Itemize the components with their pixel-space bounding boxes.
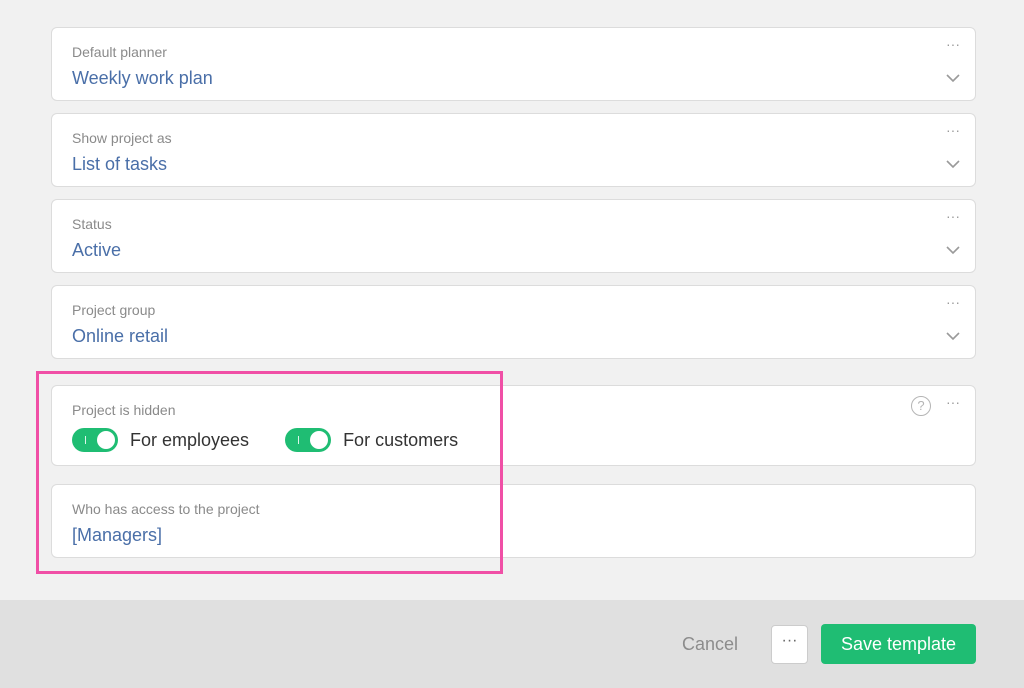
chevron-down-icon[interactable] (945, 244, 961, 256)
more-actions-button[interactable]: ··· (771, 625, 808, 664)
toggle-knob (97, 431, 115, 449)
project-group-field[interactable]: Project group Online retail ··· (51, 285, 976, 359)
access-label: Who has access to the project (72, 501, 260, 517)
more-dots-icon[interactable]: ··· (943, 209, 963, 226)
status-label: Status (72, 216, 112, 232)
status-field[interactable]: Status Active ··· (51, 199, 976, 273)
save-template-button[interactable]: Save template (821, 624, 976, 664)
footer-bar: Cancel ··· Save template (0, 600, 1024, 688)
template-settings-page: Default planner Weekly work plan ··· Sho… (0, 0, 1024, 688)
more-dots-icon[interactable]: ··· (943, 295, 963, 312)
show-project-as-value[interactable]: List of tasks (72, 154, 167, 175)
help-circle-icon[interactable]: ? (911, 396, 931, 416)
toggle-on-mark (298, 436, 300, 444)
toggle-item-employees: For employees (72, 428, 249, 452)
chevron-down-icon[interactable] (945, 72, 961, 84)
chevron-down-icon[interactable] (945, 158, 961, 170)
more-dots-icon[interactable]: ··· (943, 123, 963, 140)
access-field[interactable]: Who has access to the project [Managers] (51, 484, 976, 558)
toggle-item-customers: For customers (285, 428, 458, 452)
for-customers-toggle[interactable] (285, 428, 332, 452)
cancel-button[interactable]: Cancel (670, 630, 750, 658)
default-planner-field[interactable]: Default planner Weekly work plan ··· (51, 27, 976, 101)
more-dots-icon[interactable]: ··· (943, 37, 963, 54)
project-hidden-label: Project is hidden (72, 402, 176, 418)
toggle-on-mark (85, 436, 86, 444)
default-planner-label: Default planner (72, 44, 167, 60)
status-value[interactable]: Active (72, 240, 121, 261)
for-employees-label: For employees (130, 429, 250, 450)
access-value[interactable]: [Managers] (72, 525, 162, 546)
show-project-as-label: Show project as (72, 130, 172, 146)
toggle-knob (310, 431, 329, 449)
default-planner-value[interactable]: Weekly work plan (72, 68, 213, 89)
project-group-label: Project group (72, 302, 156, 318)
for-customers-label: For customers (343, 429, 459, 450)
project-group-value[interactable]: Online retail (72, 326, 168, 347)
project-hidden-field: Project is hidden ? ··· For employees Fo… (51, 385, 976, 466)
toggle-row: For employees For customers (72, 428, 494, 452)
chevron-down-icon[interactable] (945, 330, 961, 342)
for-employees-toggle[interactable] (72, 428, 118, 452)
more-dots-icon[interactable]: ··· (943, 395, 963, 412)
show-project-as-field[interactable]: Show project as List of tasks ··· (51, 113, 976, 187)
